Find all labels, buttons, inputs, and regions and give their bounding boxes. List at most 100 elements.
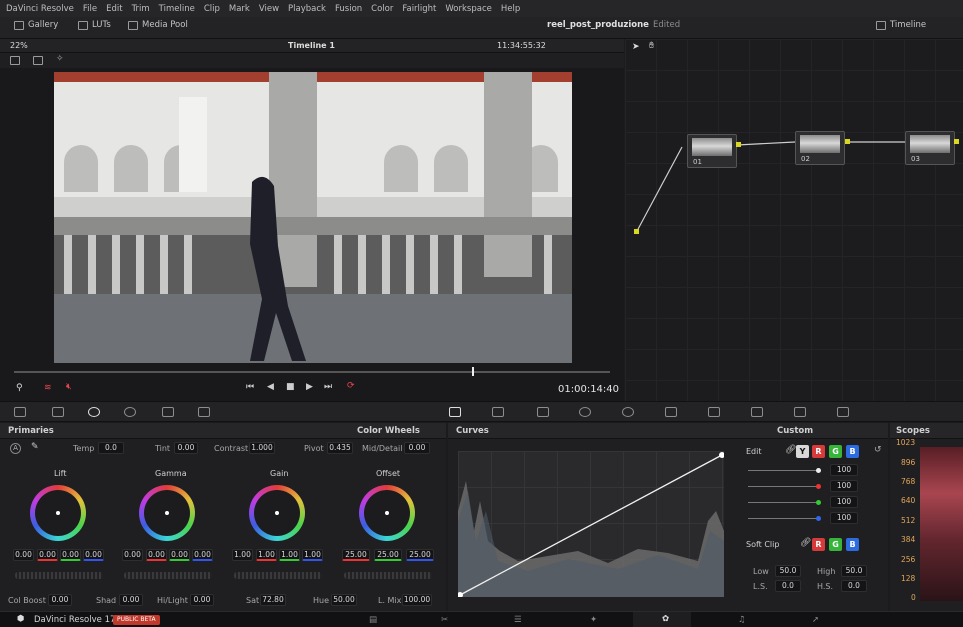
magic-icon[interactable]: ✧ bbox=[56, 54, 64, 64]
offset-r-field[interactable]: 25.00 bbox=[342, 549, 370, 561]
blur-icon[interactable] bbox=[708, 407, 720, 417]
node-01[interactable]: 01 bbox=[687, 134, 737, 168]
color-match-icon[interactable] bbox=[52, 407, 64, 417]
menu-timeline[interactable]: Timeline bbox=[159, 4, 195, 14]
layout-icon[interactable] bbox=[10, 56, 20, 65]
g-intensity-track[interactable] bbox=[748, 502, 818, 503]
gamma-b-field[interactable]: 0.00 bbox=[192, 549, 213, 561]
menu-clip[interactable]: Clip bbox=[204, 4, 220, 14]
edit-page-icon[interactable]: ☰ bbox=[514, 615, 522, 625]
color-page-icon[interactable]: ✿ bbox=[662, 614, 669, 624]
picker-icon[interactable]: ✎ bbox=[31, 442, 39, 452]
g-intensity-handle[interactable] bbox=[816, 500, 821, 505]
r-intensity-handle[interactable] bbox=[816, 484, 821, 489]
split-icon[interactable] bbox=[33, 56, 43, 65]
gain-wheel-handle[interactable] bbox=[275, 511, 279, 515]
luts-button[interactable]: LUTs bbox=[78, 20, 111, 30]
hue-field[interactable]: 50.00 bbox=[331, 594, 357, 606]
y-intensity-track[interactable] bbox=[748, 470, 818, 471]
gamma-wheel-handle[interactable] bbox=[165, 511, 169, 515]
softclip-r-button[interactable]: R bbox=[812, 538, 825, 551]
node-02[interactable]: 02 bbox=[795, 131, 845, 165]
gain-b-field[interactable]: 1.00 bbox=[302, 549, 323, 561]
input-pin[interactable] bbox=[634, 229, 639, 234]
channel-r-button[interactable]: R bbox=[812, 445, 825, 458]
curve-graph[interactable] bbox=[457, 451, 725, 598]
auto-balance-icon[interactable]: A bbox=[10, 443, 21, 454]
gamma-wheel[interactable] bbox=[139, 485, 195, 541]
scrubber-track[interactable] bbox=[14, 371, 610, 373]
node-editor[interactable]: ➤ ✋︎ 01 02 03 bbox=[625, 39, 963, 401]
b-intensity-track[interactable] bbox=[748, 518, 818, 519]
loop-icon[interactable]: ⟳ bbox=[347, 381, 355, 391]
menu-trim[interactable]: Trim bbox=[132, 4, 150, 14]
menu-fusion[interactable]: Fusion bbox=[335, 4, 362, 14]
soft-clip-link-icon[interactable]: 🔗︎ bbox=[800, 538, 811, 548]
channel-y-button[interactable]: Y bbox=[796, 445, 809, 458]
temp-field[interactable]: 0.0 bbox=[98, 442, 124, 454]
col-boost-field[interactable]: 0.00 bbox=[48, 594, 72, 606]
y-intensity-field[interactable]: 100 bbox=[830, 464, 858, 476]
stop-icon[interactable]: ■ bbox=[286, 382, 295, 392]
play-reverse-icon[interactable]: ◀ bbox=[267, 382, 274, 392]
qualifier-icon[interactable] bbox=[537, 407, 549, 417]
cut-page-icon[interactable]: ✂ bbox=[441, 615, 448, 625]
eyedropper-icon[interactable]: ⚲ bbox=[16, 383, 23, 393]
gain-r-field[interactable]: 1.00 bbox=[256, 549, 277, 561]
gain-master-slider[interactable] bbox=[234, 572, 322, 579]
tracker-icon[interactable] bbox=[622, 407, 634, 417]
sizing-icon[interactable] bbox=[794, 407, 806, 417]
play-icon[interactable]: ▶ bbox=[306, 382, 313, 392]
gain-y-field[interactable]: 1.00 bbox=[232, 549, 253, 561]
node-03[interactable]: 03 bbox=[905, 131, 955, 165]
gamma-g-field[interactable]: 0.00 bbox=[169, 549, 190, 561]
media-page-icon[interactable]: ▤ bbox=[369, 615, 377, 625]
hdr-icon[interactable] bbox=[124, 407, 136, 417]
softclip-g-button[interactable]: G bbox=[829, 538, 842, 551]
rgb-mixer-icon[interactable] bbox=[162, 407, 174, 417]
y-intensity-handle[interactable] bbox=[816, 468, 821, 473]
primaries-mode-select[interactable]: Color Wheels bbox=[357, 426, 420, 436]
gallery-button[interactable]: Gallery bbox=[14, 20, 58, 30]
node-output-pin[interactable] bbox=[954, 139, 959, 144]
motion-effects-icon[interactable] bbox=[198, 407, 210, 417]
deliver-page-icon[interactable]: ➚ bbox=[812, 615, 819, 625]
gamma-master-slider[interactable] bbox=[124, 572, 212, 579]
offset-wheel[interactable] bbox=[359, 485, 415, 541]
contrast-field[interactable]: 1.000 bbox=[249, 442, 275, 454]
menu-view[interactable]: View bbox=[259, 4, 279, 14]
channel-b-button[interactable]: B bbox=[846, 445, 859, 458]
menu-playback[interactable]: Playback bbox=[288, 4, 326, 14]
shad-field[interactable]: 0.00 bbox=[119, 594, 143, 606]
pivot-field[interactable]: 0.435 bbox=[327, 442, 353, 454]
tint-field[interactable]: 0.00 bbox=[174, 442, 198, 454]
g-intensity-field[interactable]: 100 bbox=[830, 496, 858, 508]
lift-wheel-handle[interactable] bbox=[56, 511, 60, 515]
b-intensity-handle[interactable] bbox=[816, 516, 821, 521]
layers-icon[interactable]: ≋ bbox=[44, 383, 52, 393]
sat-field[interactable]: 72.80 bbox=[260, 594, 286, 606]
zoom-level[interactable]: 22% bbox=[10, 41, 28, 50]
video-frame[interactable] bbox=[54, 72, 572, 363]
menu-edit[interactable]: Edit bbox=[106, 4, 122, 14]
menu-file[interactable]: File bbox=[83, 4, 97, 14]
gain-g-field[interactable]: 1.00 bbox=[279, 549, 300, 561]
lift-y-field[interactable]: 0.00 bbox=[13, 549, 34, 561]
gamma-r-field[interactable]: 0.00 bbox=[146, 549, 167, 561]
lift-r-field[interactable]: 0.00 bbox=[37, 549, 58, 561]
offset-g-field[interactable]: 25.00 bbox=[374, 549, 402, 561]
lift-master-slider[interactable] bbox=[15, 572, 103, 579]
menu-color[interactable]: Color bbox=[371, 4, 393, 14]
window-icon[interactable] bbox=[579, 407, 591, 417]
channel-g-button[interactable]: G bbox=[829, 445, 842, 458]
hs-field[interactable]: 0.0 bbox=[841, 580, 867, 592]
gamma-y-field[interactable]: 0.00 bbox=[122, 549, 143, 561]
node-output-pin[interactable] bbox=[736, 142, 741, 147]
gain-wheel[interactable] bbox=[249, 485, 305, 541]
l-mix-field[interactable]: 100.00 bbox=[402, 594, 432, 606]
menu-workspace[interactable]: Workspace bbox=[445, 4, 491, 14]
fusion-page-icon[interactable]: ✦ bbox=[590, 615, 597, 625]
fairlight-page-icon[interactable]: ♫ bbox=[738, 615, 746, 625]
menu-help[interactable]: Help bbox=[501, 4, 520, 14]
node-output-pin[interactable] bbox=[845, 139, 850, 144]
